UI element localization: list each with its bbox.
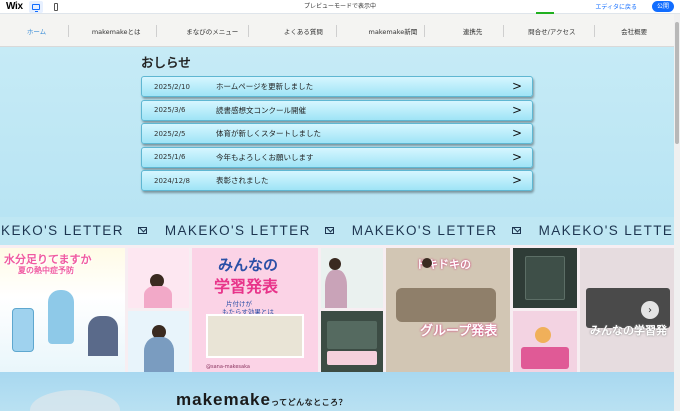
chevron-right-icon: › (648, 304, 652, 316)
gallery-tile[interactable]: ドキドキの グループ発表 (386, 248, 510, 372)
marquee-text: MAKEKO'S LETTER (0, 223, 124, 238)
news-item[interactable]: 2025/1/6 今年もよろしくお願いします > (141, 146, 533, 168)
caption-strip (521, 347, 569, 369)
blackboard-photo (525, 256, 565, 300)
mail-icon (511, 227, 521, 234)
mail-icon (137, 227, 147, 234)
publish-button[interactable]: 公開 (651, 1, 674, 12)
blackboard-photo (327, 321, 377, 349)
mail-icon (324, 227, 334, 234)
nav-divider (424, 25, 425, 37)
news-item[interactable]: 2025/2/10 ホームページを更新しました > (141, 76, 533, 97)
marquee-item: MAKEKO'S LETTER (0, 223, 147, 238)
letter-marquee: MAKEKO'S LETTER MAKEKO'S LETTER MAKEKO'S… (0, 217, 674, 245)
tile-subheading: 夏の熱中症予防 (18, 266, 74, 275)
person-photo (144, 286, 172, 308)
gallery-tile[interactable]: みんなの学習発 (580, 248, 674, 372)
page-scrollbar[interactable] (674, 14, 680, 411)
news-date: 2025/3/6 (154, 106, 186, 114)
chevron-right-icon: > (511, 102, 522, 117)
person-photo (144, 337, 174, 372)
site-header: ホーム makemakeとは まなびのメニュー よくある質問 makemake新… (0, 14, 674, 47)
about-subtitle: ってどんなところ？ (270, 398, 348, 407)
marquee-item: MAKEKO'S LETTER (352, 223, 521, 238)
nav-divider (156, 25, 157, 37)
wix-preview-bar: Wix プレビューモードで表示中 エディタに戻る 公開 (0, 0, 680, 14)
marquee-text: MAKEKO'S LETTER (538, 223, 674, 238)
person-photo (422, 258, 432, 268)
news-date: 2024/12/8 (154, 176, 190, 185)
tile-heading: みんなの (218, 256, 279, 274)
nav-item-about[interactable]: makemakeとは (92, 26, 141, 36)
news-list: 2025/2/10 ホームページを更新しました > 2025/3/6 読書感想文… (141, 76, 533, 194)
gallery-tile[interactable] (128, 311, 189, 372)
marquee-item: MAKEKO'S LETTER (539, 223, 674, 238)
nav-divider (68, 25, 69, 37)
news-date: 2025/2/5 (154, 129, 186, 138)
mascot-illustration (535, 327, 551, 343)
person-photo (325, 270, 347, 308)
nav-divider (594, 25, 595, 37)
tile-heading: みんなの学習発 (590, 324, 667, 337)
nav-item-home[interactable]: ホーム (27, 26, 46, 36)
bottle-illustration (12, 308, 34, 352)
chevron-right-icon: > (511, 126, 522, 140)
news-item[interactable]: 2025/2/5 体育が新しくスタートしました > (141, 123, 533, 144)
news-date: 2025/2/10 (154, 82, 190, 91)
main-nav: ホーム makemakeとは まなびのメニュー よくある質問 makemake新… (0, 26, 674, 36)
classroom-photo (206, 314, 304, 358)
nav-divider (248, 25, 249, 37)
about-section: makemakeってどんなところ？ (0, 372, 674, 411)
person-photo (88, 316, 118, 356)
caption-strip (327, 351, 377, 365)
nav-item-contact[interactable]: 問合せ/アクセス (528, 26, 575, 36)
gallery-tile[interactable] (321, 311, 383, 372)
news-text: ホームページを更新しました (216, 82, 314, 91)
news-text: 表彰されました (216, 176, 269, 185)
chevron-right-icon: > (511, 79, 522, 93)
news-text: 読書感想文コンクール開催 (216, 105, 306, 115)
marquee-track: MAKEKO'S LETTER MAKEKO'S LETTER MAKEKO'S… (0, 223, 674, 238)
news-text: 体育が新しくスタートしました (216, 129, 321, 138)
nav-item-newspaper[interactable]: makemake新聞 (369, 26, 418, 36)
tile-heading: 学習発表 (214, 277, 279, 296)
photo-gallery: 水分足りてますか 夏の熱中症予防 みんなの 学習発表 片付けが もたらす効果とは… (0, 245, 674, 372)
nav-divider (503, 25, 504, 37)
gallery-tile[interactable] (513, 311, 577, 372)
gallery-next-button[interactable]: › (641, 301, 659, 319)
gallery-tile[interactable] (513, 248, 577, 308)
group-photo (396, 288, 496, 322)
tile-heading: グループ発表 (420, 324, 498, 339)
news-title: おしらせ (141, 55, 191, 70)
nav-item-faq[interactable]: よくある質問 (284, 26, 323, 36)
marquee-item: MAKEKO'S LETTER (165, 223, 334, 238)
nav-item-company[interactable]: 会社概要 (621, 26, 647, 36)
news-section: おしらせ 2025/2/10 ホームページを更新しました > 2025/3/6 … (0, 47, 674, 217)
back-to-editor-link[interactable]: エディタに戻る (595, 2, 637, 11)
gallery-tile[interactable] (128, 248, 189, 308)
chevron-right-icon: > (511, 149, 522, 164)
person-illustration (48, 290, 74, 344)
marquee-text: MAKEKO'S LETTER (351, 223, 498, 238)
person-photo (329, 258, 341, 270)
scrollbar-thumb[interactable] (675, 22, 679, 144)
news-date: 2025/1/6 (154, 153, 186, 161)
marquee-text: MAKEKO'S LETTER (164, 223, 311, 238)
news-item[interactable]: 2024/12/8 表彰されました > (141, 170, 533, 191)
nav-item-partners[interactable]: 連携先 (463, 26, 483, 36)
about-title-brand: makemake (176, 390, 271, 409)
nav-divider (336, 25, 337, 37)
nav-item-menu[interactable]: まなびのメニュー (186, 26, 238, 36)
gallery-tile-featured[interactable]: みんなの 学習発表 片付けが もたらす効果とは @sana-makesaka (192, 248, 318, 372)
gallery-tile[interactable]: 水分足りてますか 夏の熱中症予防 (0, 248, 125, 372)
preview-mode-label: プレビューモードで表示中 (303, 3, 376, 10)
gallery-tile[interactable] (321, 248, 383, 308)
chevron-right-icon: > (511, 173, 522, 187)
news-item[interactable]: 2025/3/6 読書感想文コンクール開催 > (141, 99, 533, 121)
mascot-illustration (30, 390, 120, 411)
about-title: makemakeってどんなところ？ (176, 390, 347, 410)
tile-handle: @sana-makesaka (206, 364, 250, 370)
news-text: 今年もよろしくお願いします (216, 152, 314, 162)
